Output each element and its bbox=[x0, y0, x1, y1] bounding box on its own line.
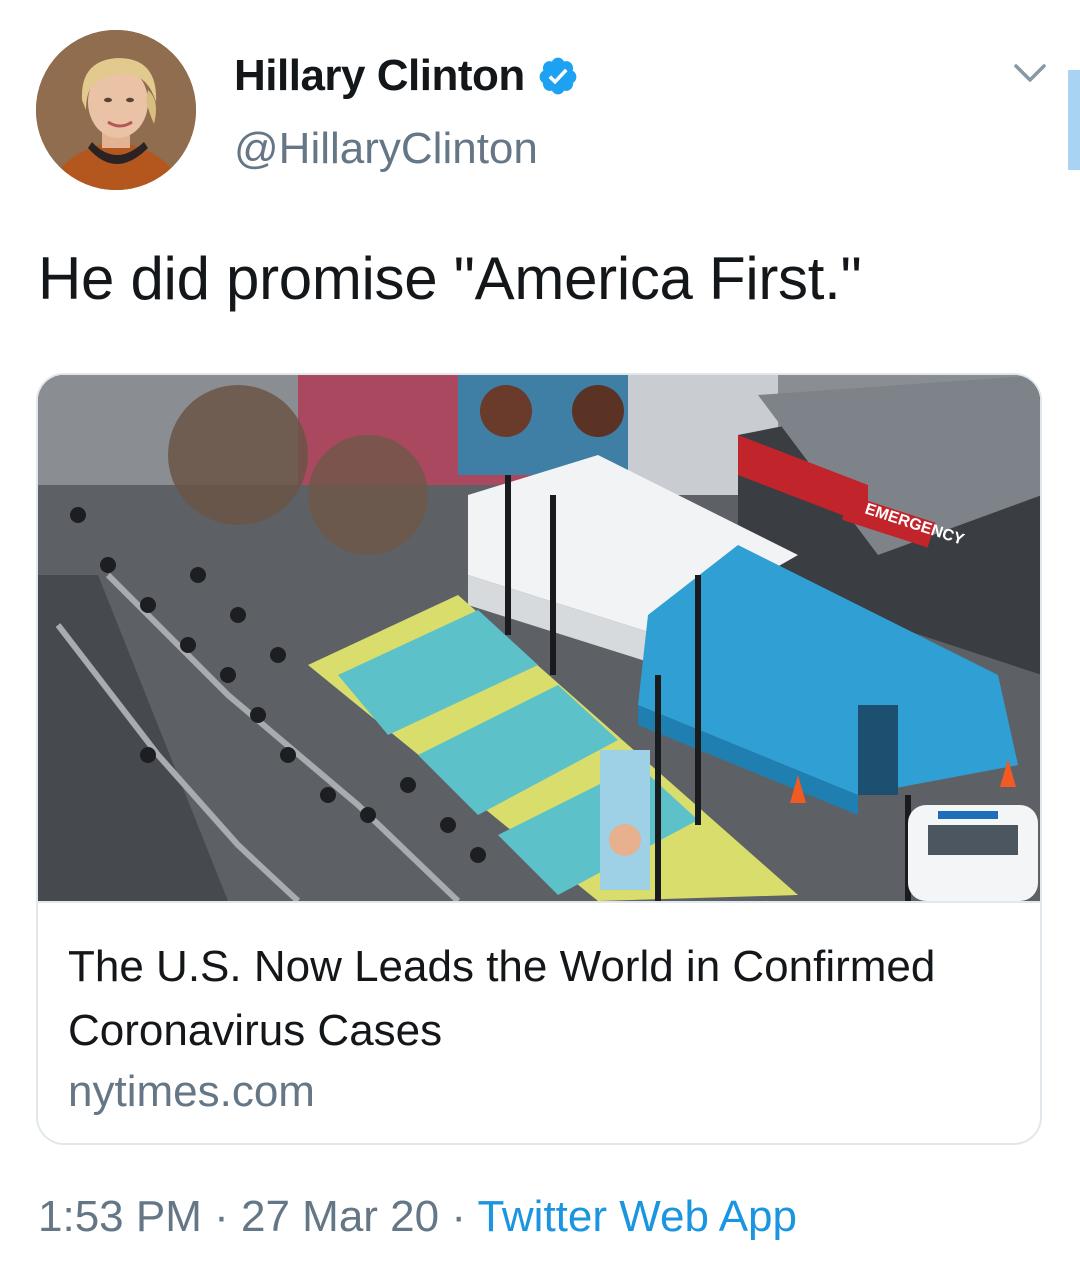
tweet: Hillary Clinton @HillaryClinton He did p… bbox=[0, 0, 1080, 1277]
tweet-text: He did promise "America First." bbox=[38, 245, 862, 312]
scrollbar-thumb[interactable] bbox=[1068, 70, 1080, 170]
card-title[interactable]: The U.S. Now Leads the World in Confirme… bbox=[68, 935, 968, 1063]
avatar[interactable] bbox=[36, 30, 196, 190]
card-divider bbox=[38, 901, 1040, 903]
author-handle[interactable]: @HillaryClinton bbox=[234, 124, 538, 174]
meta-separator: · bbox=[214, 1192, 229, 1241]
tweet-time[interactable]: 1:53 PM bbox=[38, 1192, 202, 1241]
author-name[interactable]: Hillary Clinton bbox=[234, 51, 525, 101]
tweet-source[interactable]: Twitter Web App bbox=[477, 1192, 797, 1241]
tweet-date[interactable]: 27 Mar 20 bbox=[241, 1192, 439, 1241]
card-image[interactable]: EMERGENCY bbox=[38, 375, 1040, 901]
verified-badge-icon bbox=[539, 57, 577, 95]
card-domain[interactable]: nytimes.com bbox=[68, 1067, 315, 1117]
tweet-meta: 1:53 PM · 27 Mar 20 · Twitter Web App bbox=[38, 1192, 797, 1242]
chevron-down-icon[interactable] bbox=[1010, 58, 1050, 88]
link-card[interactable]: EMERGENCY The U.S. Now Leads the World i… bbox=[36, 373, 1042, 1145]
author-name-row: Hillary Clinton bbox=[234, 48, 579, 104]
meta-separator: · bbox=[451, 1192, 466, 1241]
